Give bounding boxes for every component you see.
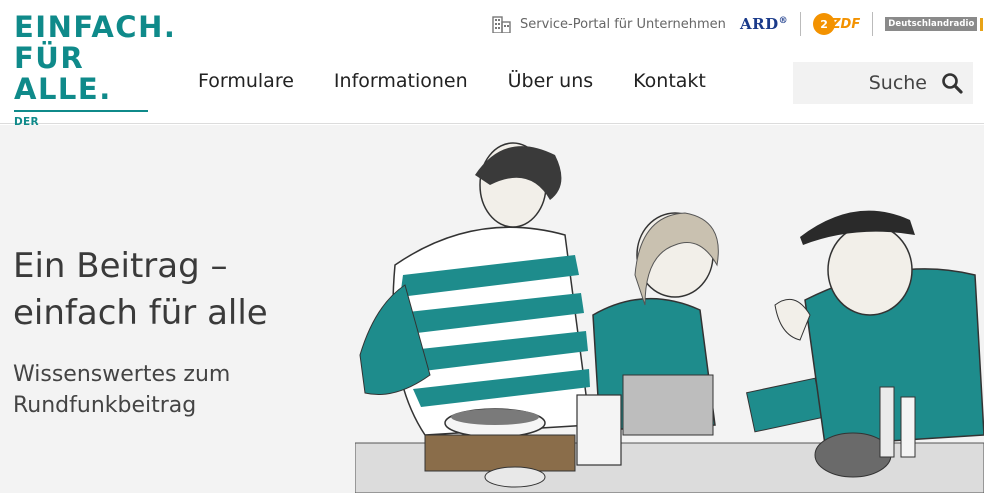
nav-item-formulare[interactable]: Formulare (198, 70, 294, 92)
divider (800, 12, 802, 36)
nav-item-kontakt[interactable]: Kontakt (633, 70, 706, 92)
nav-item-informationen[interactable]: Informationen (334, 70, 468, 92)
search-button[interactable]: Suche (793, 62, 973, 104)
nav-item-ueber-uns[interactable]: Über uns (508, 70, 594, 92)
hero-subtitle: Wissenswertes zum Rundfunkbeitrag (13, 359, 230, 421)
building-icon (492, 16, 511, 33)
deutschlandradio-label: Deutschlandradio (885, 17, 978, 31)
logo-line-1: EINFACH. (14, 10, 177, 44)
service-portal-label: Service-Portal für Unternehmen (520, 16, 726, 32)
ard-label: ARD (740, 15, 779, 33)
kitchen-illustration (355, 142, 984, 493)
divider (872, 12, 874, 36)
main-nav: Formulare Informationen Über uns Kontakt (198, 70, 746, 92)
logo-rule (14, 110, 148, 112)
deutschlandradio-bars-icon (980, 17, 984, 31)
search-icon (942, 73, 963, 94)
site-header: EINFACH. FÜR ALLE. DER RUNDFUNKBEITRAG S… (0, 0, 984, 140)
hero-subtitle-line-1: Wissenswertes zum (13, 362, 231, 387)
zdf-logo[interactable]: 2 ZDF (813, 13, 860, 35)
logo[interactable]: EINFACH. FÜR ALLE. DER RUNDFUNKBEITRAG (14, 10, 177, 140)
logo-line-2: FÜR ALLE. (14, 41, 112, 106)
hero-banner: Ein Beitrag – einfach für alle Wissenswe… (0, 125, 984, 493)
person-striped-shirt (359, 142, 591, 436)
hero-title-line-1: Ein Beitrag – (13, 246, 228, 286)
hero-title-line-2: einfach für alle (13, 293, 268, 333)
ard-logo[interactable]: ARD® (740, 15, 788, 33)
hero-subtitle-line-2: Rundfunkbeitrag (13, 393, 197, 418)
search-label: Suche (868, 72, 927, 94)
service-portal-link[interactable]: Service-Portal für Unternehmen (492, 12, 726, 36)
hero-title: Ein Beitrag – einfach für alle (13, 243, 268, 337)
broadcaster-logos: ARD® 2 ZDF Deutschlandradio (740, 10, 984, 38)
zdf-label: ZDF (831, 16, 861, 32)
deutschlandradio-logo[interactable]: Deutschlandradio (885, 17, 984, 31)
